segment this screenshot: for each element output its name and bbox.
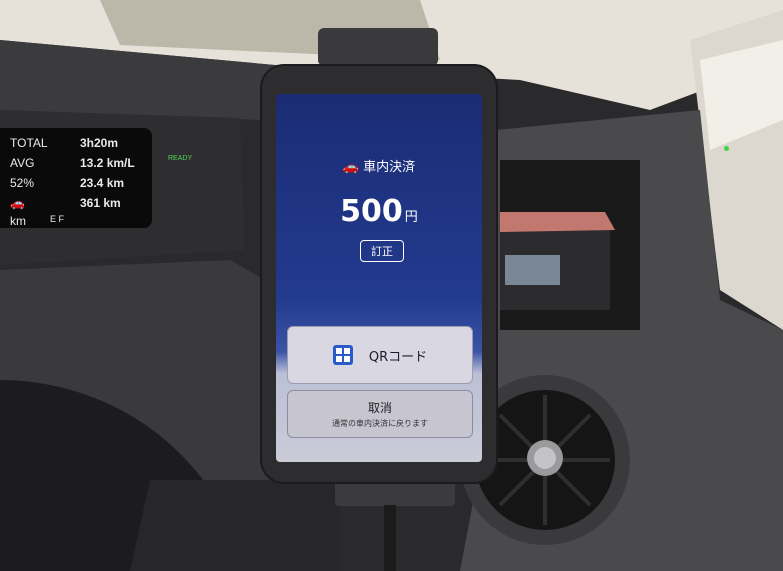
ready-indicator: READY bbox=[168, 155, 193, 162]
smartphone: 🚗 車内決済 500 円 訂正 QRコード 取消 通常の車内決済に戻ります bbox=[262, 66, 729, 482]
qr-code-label: QRコード bbox=[368, 349, 428, 365]
cancel-sublabel: 通常の車内決済に戻ります bbox=[332, 419, 428, 428]
dash-row-value: 361 km bbox=[80, 196, 121, 210]
dash-row-label: km bbox=[10, 214, 26, 228]
dash-row-value: 3h20m bbox=[80, 136, 119, 150]
amount-currency: 円 bbox=[404, 210, 418, 225]
car-icon: 🚗 bbox=[342, 160, 360, 175]
correct-button[interactable]: 訂正 bbox=[360, 240, 404, 262]
car-range-icon: 🚗 bbox=[10, 196, 25, 210]
qr-code-button[interactable]: QRコード bbox=[287, 326, 473, 384]
cancel-button[interactable]: 取消 通常の車内決済に戻ります bbox=[287, 390, 473, 438]
payment-amount: 500 円 bbox=[276, 194, 482, 229]
phone-mount-clamp bbox=[318, 28, 438, 66]
fuel-gauge: E F bbox=[50, 214, 65, 224]
dash-row-label: AVG bbox=[10, 156, 35, 170]
payment-app-screen: 🚗 車内決済 500 円 訂正 QRコード 取消 通常の車内決済に戻ります bbox=[276, 94, 482, 462]
dash-row-value: 23.4 km bbox=[80, 176, 125, 190]
dash-row-label: 52% bbox=[10, 176, 35, 190]
dash-row-label: TOTAL bbox=[10, 136, 48, 150]
payment-title: 車内決済 bbox=[363, 160, 416, 175]
qr-code-icon bbox=[332, 345, 353, 365]
cancel-label: 取消 bbox=[367, 401, 392, 415]
car-interior-photo: TOTAL 3h20m AVG 13.2 km/L 52% 23.4 km 🚗 … bbox=[0, 0, 783, 571]
dash-row-value: 13.2 km/L bbox=[80, 156, 135, 170]
phone-indicator-light bbox=[724, 146, 729, 151]
instrument-cluster-display: TOTAL 3h20m AVG 13.2 km/L 52% 23.4 km 🚗 … bbox=[0, 128, 152, 228]
amount-value: 500 bbox=[340, 194, 403, 229]
payment-header: 🚗 車内決済 bbox=[276, 156, 482, 175]
